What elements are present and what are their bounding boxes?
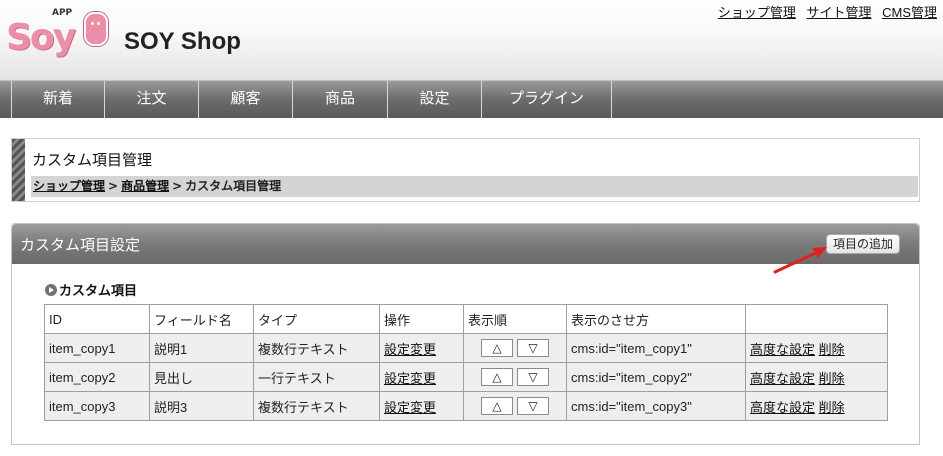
nav-item-customers[interactable]: 顧客 <box>199 81 293 118</box>
cell-operation: 設定変更 <box>379 333 464 363</box>
cell-type: 複数行テキスト <box>253 391 380 421</box>
breadcrumb-separator: > <box>108 179 119 193</box>
advanced-settings-link[interactable]: 高度な設定 <box>750 342 815 357</box>
delete-link[interactable]: 削除 <box>819 342 845 357</box>
table-row: item_copy3 説明3 複数行テキスト 設定変更 △ ▽ cms:id="i… <box>44 391 888 421</box>
col-header-actions <box>745 304 888 334</box>
play-circle-icon <box>45 284 57 296</box>
breadcrumb: ショップ管理 > 商品管理 > カスタム項目管理 <box>31 176 918 197</box>
col-header-type: タイプ <box>253 304 380 334</box>
logo-mascot-icon <box>84 12 108 46</box>
edit-settings-link[interactable]: 設定変更 <box>384 400 436 415</box>
edit-settings-link[interactable]: 設定変更 <box>384 342 436 357</box>
cell-display: cms:id="item_copy3" <box>566 391 746 421</box>
col-header-field-name: フィールド名 <box>149 304 254 334</box>
col-header-id: ID <box>44 304 150 334</box>
col-header-order: 表示順 <box>463 304 567 334</box>
cell-actions: 高度な設定 削除 <box>745 333 888 363</box>
cell-operation: 設定変更 <box>379 362 464 392</box>
table-header-row: ID フィールド名 タイプ 操作 表示順 表示のさせ方 <box>44 304 888 334</box>
shop-admin-link[interactable]: ショップ管理 <box>718 5 796 20</box>
delete-link[interactable]: 削除 <box>819 400 845 415</box>
delete-link[interactable]: 削除 <box>819 371 845 386</box>
site-title: SOY Shop <box>124 28 241 55</box>
breadcrumb-current: カスタム項目管理 <box>185 179 282 193</box>
cell-id: item_copy3 <box>44 391 150 421</box>
nav-item-new[interactable]: 新着 <box>12 81 105 118</box>
cell-field-name: 説明1 <box>149 333 254 363</box>
nav-item-items[interactable]: 商品 <box>293 81 388 118</box>
breadcrumb-shop-admin[interactable]: ショップ管理 <box>33 179 105 193</box>
cell-operation: 設定変更 <box>379 391 464 421</box>
panel-title: カスタム項目設定 <box>20 236 141 254</box>
move-up-button[interactable]: △ <box>481 368 513 386</box>
col-header-display: 表示のさせ方 <box>566 304 746 334</box>
table-row: item_copy2 見出し 一行テキスト 設定変更 △ ▽ cms:id="it… <box>44 362 888 392</box>
nav-item-plugins[interactable]: プラグイン <box>482 81 612 118</box>
breadcrumb-separator: > <box>172 179 183 193</box>
page-title-box: カスタム項目管理 ショップ管理 > 商品管理 > カスタム項目管理 <box>11 138 920 202</box>
cell-order: △ ▽ <box>463 391 567 421</box>
move-up-button[interactable]: △ <box>481 397 513 415</box>
title-stripe-decoration <box>12 139 25 201</box>
custom-field-table: ID フィールド名 タイプ 操作 表示順 表示のさせ方 item_copy1 説… <box>44 304 888 421</box>
breadcrumb-item-admin[interactable]: 商品管理 <box>121 179 169 193</box>
advanced-settings-link[interactable]: 高度な設定 <box>750 371 815 386</box>
add-item-button[interactable]: 項目の追加 <box>826 234 901 254</box>
red-arrow-icon <box>773 247 827 274</box>
table-row: item_copy1 説明1 複数行テキスト 設定変更 △ ▽ cms:id="i… <box>44 333 888 363</box>
move-up-button[interactable]: △ <box>481 339 513 357</box>
main-nav: 新着 注文 顧客 商品 設定 プラグイン <box>0 80 943 118</box>
section-label: カスタム項目 <box>45 280 137 299</box>
cell-order: △ ▽ <box>463 333 567 363</box>
cell-actions: 高度な設定 削除 <box>745 391 888 421</box>
cell-display: cms:id="item_copy1" <box>566 333 746 363</box>
advanced-settings-link[interactable]: 高度な設定 <box>750 400 815 415</box>
cell-display: cms:id="item_copy2" <box>566 362 746 392</box>
cell-order: △ ▽ <box>463 362 567 392</box>
soy-app-logo[interactable]: APP Soy <box>6 8 108 68</box>
move-down-button[interactable]: ▽ <box>517 368 549 386</box>
move-down-button[interactable]: ▽ <box>517 339 549 357</box>
edit-settings-link[interactable]: 設定変更 <box>384 371 436 386</box>
app-header: APP Soy SOY Shop ショップ管理 サイト管理 CMS管理 <box>0 0 943 80</box>
cell-actions: 高度な設定 削除 <box>745 362 888 392</box>
section-label-text: カスタム項目 <box>59 284 138 299</box>
cell-field-name: 説明3 <box>149 391 254 421</box>
cell-type: 一行テキスト <box>253 362 380 392</box>
cms-admin-link[interactable]: CMS管理 <box>882 5 937 20</box>
nav-item-settings[interactable]: 設定 <box>388 81 482 118</box>
site-admin-link[interactable]: サイト管理 <box>806 5 871 20</box>
cell-id: item_copy1 <box>44 333 150 363</box>
cell-type: 複数行テキスト <box>253 333 380 363</box>
logo-soy-text: Soy <box>6 17 76 58</box>
page-title: カスタム項目管理 <box>32 151 153 169</box>
nav-item-orders[interactable]: 注文 <box>105 81 199 118</box>
cell-id: item_copy2 <box>44 362 150 392</box>
top-links: ショップ管理 サイト管理 CMS管理 <box>711 2 937 21</box>
col-header-operation: 操作 <box>379 304 464 334</box>
cell-field-name: 見出し <box>149 362 254 392</box>
move-down-button[interactable]: ▽ <box>517 397 549 415</box>
